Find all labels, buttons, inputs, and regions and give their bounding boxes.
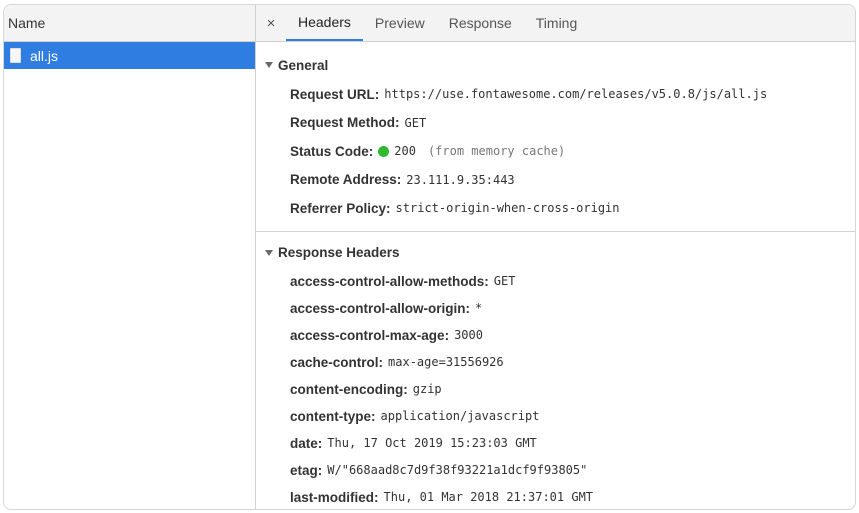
request-method-row: Request Method: GET [256, 109, 855, 138]
response-headers-list: access-control-allow-methods: GET access-c… [256, 268, 855, 510]
response-header-row: last-modified: Thu, 01 Mar 2018 21:37:01 … [256, 484, 855, 510]
request-url-value: https://use.fontawesome.com/releases/v5.… [384, 87, 768, 102]
header-value: GET [493, 274, 516, 288]
request-method-value: GET [404, 115, 427, 130]
header-key: access-control-allow-origin: [290, 300, 471, 316]
detail-tabs: × Headers Preview Response Timing [256, 5, 855, 42]
header-key: access-control-max-age: [290, 327, 450, 343]
response-header-row: access-control-allow-methods: GET [256, 268, 855, 295]
header-key: date: [290, 435, 323, 451]
general-section-toggle[interactable]: General [256, 50, 855, 80]
referrer-policy-row: Referrer Policy: strict-origin-when-cros… [256, 194, 855, 223]
response-headers-toggle[interactable]: Response Headers [256, 238, 855, 268]
status-ok-icon [378, 145, 390, 157]
tab-response[interactable]: Response [437, 5, 524, 41]
name-column-header[interactable]: Name [4, 5, 255, 42]
header-value: W/"668aad8c7d9f38f93221a1dcf9f93805" [327, 463, 588, 477]
header-key: content-encoding: [290, 381, 408, 397]
header-key: last-modified: [290, 489, 379, 505]
tab-preview[interactable]: Preview [363, 5, 437, 41]
response-header-row: access-control-max-age: 3000 [256, 322, 855, 349]
remote-address-row: Remote Address: 23.111.9.35:443 [256, 166, 855, 195]
response-header-row: content-type: application/javascript [256, 403, 855, 430]
tab-timing[interactable]: Timing [524, 5, 590, 41]
request-row-all-js[interactable]: all.js [4, 42, 255, 69]
response-header-row: cache-control: max-age=31556926 [256, 349, 855, 376]
status-code-row: Status Code: 200 (from memory cache) [256, 137, 855, 166]
tab-headers[interactable]: Headers [286, 5, 363, 41]
header-key: access-control-allow-methods: [290, 273, 489, 289]
devtools-network-panel: Name all.js × Headers Preview Response T… [3, 4, 856, 510]
status-code-note: (from memory cache) [427, 144, 566, 159]
request-method-label: Request Method: [290, 115, 400, 131]
response-header-row: access-control-allow-origin: * [256, 295, 855, 322]
general-title: General [278, 57, 329, 73]
header-value: application/javascript [380, 409, 540, 423]
header-value: gzip [412, 382, 442, 396]
request-url-row: Request URL: https://use.fontawesome.com… [256, 80, 855, 109]
general-section: General Request URL: https://use.fontawe… [256, 42, 855, 223]
header-key: etag: [290, 462, 323, 478]
response-headers-title: Response Headers [278, 245, 400, 260]
header-value: Thu, 01 Mar 2018 21:37:01 GMT [383, 490, 594, 504]
status-code-label: Status Code: [290, 143, 374, 159]
request-name: all.js [30, 47, 59, 64]
expand-triangle-icon [265, 249, 273, 256]
header-value: Thu, 17 Oct 2019 15:23:03 GMT [327, 436, 537, 450]
response-header-row: date: Thu, 17 Oct 2019 15:23:03 GMT [256, 430, 855, 457]
header-key: cache-control: [290, 354, 384, 370]
remote-address-value: 23.111.9.35:443 [406, 172, 515, 187]
response-header-row: etag: W/"668aad8c7d9f38f93221a1dcf9f93805… [256, 457, 855, 484]
request-url-label: Request URL: [290, 86, 380, 102]
remote-address-label: Remote Address: [290, 172, 402, 188]
header-value: max-age=31556926 [388, 355, 504, 369]
status-code-value: 200 [394, 144, 416, 159]
file-icon [10, 48, 21, 63]
response-headers-section: Response Headers access-control-allow-me… [256, 232, 855, 510]
request-details: × Headers Preview Response Timing Genera… [256, 5, 855, 509]
close-icon[interactable]: × [256, 5, 286, 41]
response-header-row: content-encoding: gzip [256, 376, 855, 403]
header-value: * [475, 301, 483, 315]
referrer-policy-value: strict-origin-when-cross-origin [395, 201, 620, 216]
expand-triangle-icon [265, 62, 273, 68]
referrer-policy-label: Referrer Policy: [290, 200, 391, 216]
header-key: content-type: [290, 408, 376, 424]
request-list: Name all.js [4, 5, 256, 509]
header-value: 3000 [454, 328, 483, 342]
